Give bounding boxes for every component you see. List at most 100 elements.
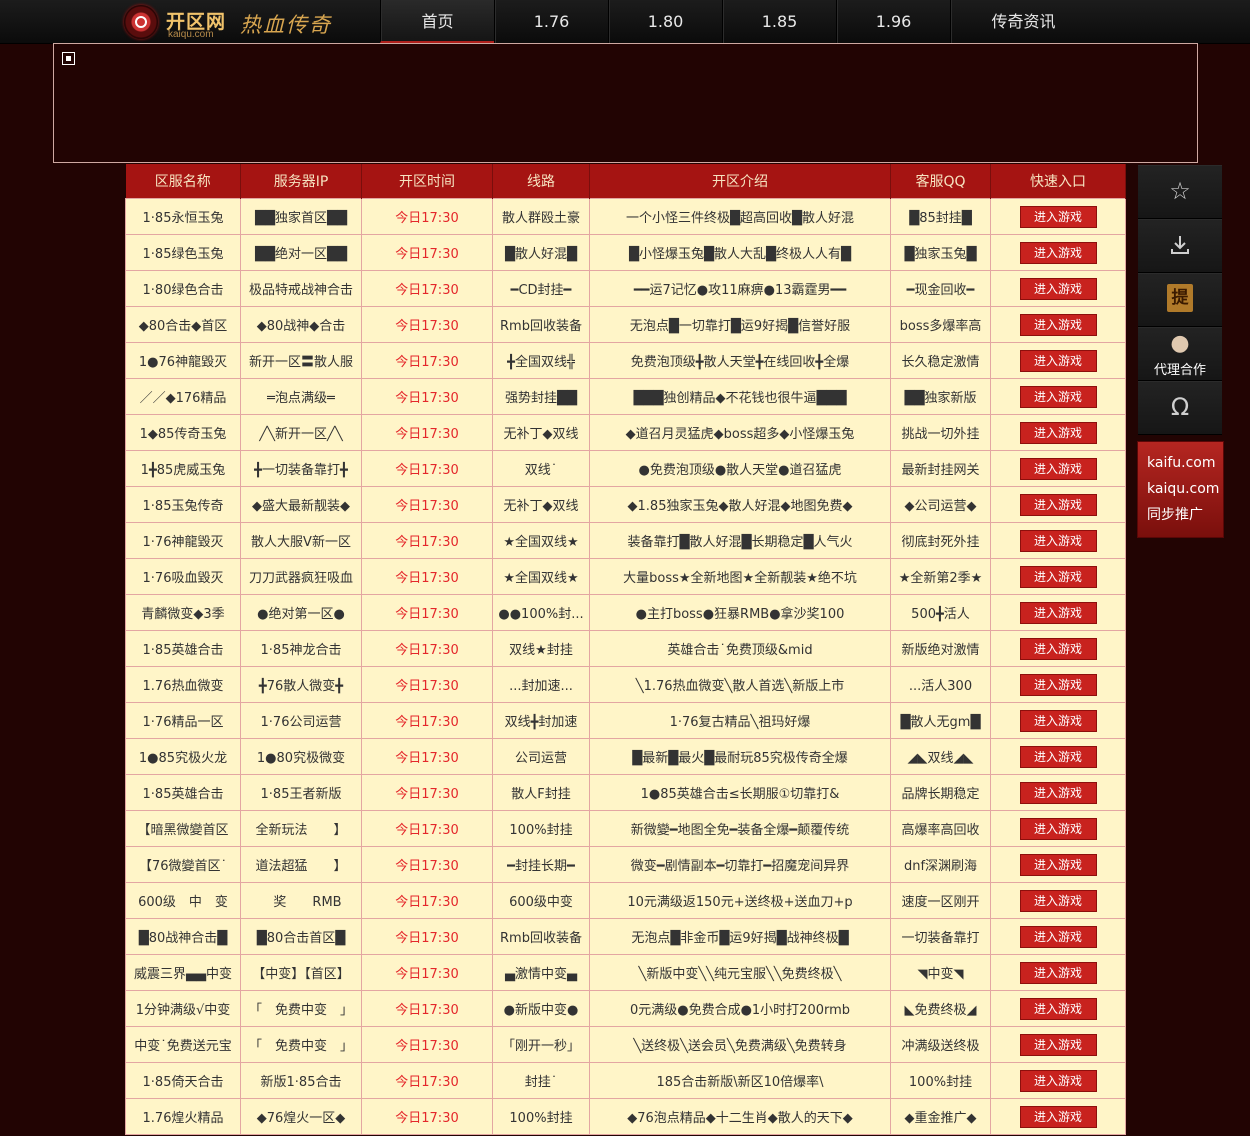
cell-qq: ◢◣双线◢◣: [890, 738, 991, 775]
table-row: 1.76煌火精品 ◆76煌火一区◆ 今日17:30 100%封挂 ◆76泡点精品◆十二生…: [125, 1098, 1126, 1135]
enter-game-button[interactable]: 进入游戏: [1019, 637, 1097, 660]
cell-quick-entry: 进入游戏: [990, 1026, 1126, 1063]
cell-server-name: 1·76吸血毀灭: [125, 558, 241, 595]
cell-intro: 一个小怪三件终极█超高回收█散人好混: [589, 198, 891, 235]
cell-intro: 装备靠打█散人好混█长期稳定█人气火: [589, 522, 891, 559]
enter-game-button[interactable]: 进入游戏: [1019, 1069, 1097, 1092]
cell-quick-entry: 进入游戏: [990, 702, 1126, 739]
enter-game-button[interactable]: 进入游戏: [1019, 241, 1097, 264]
table-row: ◆80合击◆首区 ◆80战神◆合击 今日17:30 Rmb回收装备 无泡点█一切靠打█运…: [125, 306, 1126, 343]
cell-server-ip: 新版1·85合击: [240, 1062, 362, 1099]
enter-game-button[interactable]: 进入游戏: [1019, 673, 1097, 696]
cell-qq: ◥中变◥: [890, 954, 991, 991]
enter-game-button[interactable]: 进入游戏: [1019, 385, 1097, 408]
enter-game-button[interactable]: 进入游戏: [1019, 493, 1097, 516]
table-row: 威震三界▄▄中变 【中变】【首区】 今日17:30 ▄激情中变▄ ╲新版中变╲╲纯元宝服…: [125, 954, 1126, 991]
cell-server-ip: ═泡点满级═: [240, 378, 362, 415]
enter-game-button[interactable]: 进入游戏: [1019, 925, 1097, 948]
site-logo[interactable]: 开区网 kaiqu.com 热血传奇: [124, 3, 374, 41]
submit-button[interactable]: 提: [1138, 273, 1222, 327]
enter-game-button[interactable]: 进入游戏: [1019, 529, 1097, 552]
nav-180[interactable]: 1.80: [608, 0, 722, 43]
promo-line-1: kaifu.com: [1147, 455, 1216, 471]
nav-176[interactable]: 1.76: [494, 0, 608, 43]
enter-game-button[interactable]: 进入游戏: [1019, 349, 1097, 372]
table-row: 600级 中 变 奖 RMB 今日17:30 600级中变 10元满级返150元+送终…: [125, 882, 1126, 919]
enter-game-button[interactable]: 进入游戏: [1019, 421, 1097, 444]
table-row: 【76微變首区˙ 道法超猛 】今日17:30 ━封挂长期━ 微变━剧情副本━切靠打━招…: [125, 846, 1126, 883]
star-icon: ☆: [1169, 177, 1191, 205]
cell-qq: █独家玉兔█: [890, 234, 991, 271]
enter-game-button[interactable]: 进入游戏: [1019, 565, 1097, 588]
cell-qq: ━现金回收━: [890, 270, 991, 307]
cell-intro: 大量boss★全新地图★全新靓装★绝不坑: [589, 558, 891, 595]
cell-open-time: 今日17:30: [361, 630, 493, 667]
cell-server-ip: ╋76散人微变╋: [240, 666, 362, 703]
cell-quick-entry: 进入游戏: [990, 342, 1126, 379]
table-row: 1·85英雄合击 1·85神龙合击 今日17:30 双线★封挂 英雄合击˙免费顶级&mi…: [125, 630, 1126, 667]
cell-quick-entry: 进入游戏: [990, 198, 1126, 235]
enter-game-button[interactable]: 进入游戏: [1019, 817, 1097, 840]
cell-open-time: 今日17:30: [361, 774, 493, 811]
enter-game-button[interactable]: 进入游戏: [1019, 1033, 1097, 1056]
cell-server-name: 1.76热血微变: [125, 666, 241, 703]
cell-server-ip: 极品特戒战神合击: [240, 270, 362, 307]
cell-line: 公司运营: [492, 738, 590, 775]
nav-196[interactable]: 1.96: [836, 0, 950, 43]
cell-open-time: 今日17:30: [361, 846, 493, 883]
enter-game-button[interactable]: 进入游戏: [1019, 601, 1097, 624]
cell-intro: ●主打boss●狂暴RMB●拿沙奖100: [589, 594, 891, 631]
enter-game-button[interactable]: 进入游戏: [1019, 457, 1097, 480]
cell-line: 「刚开一秒」: [492, 1026, 590, 1063]
cell-line: Rmb回收装备: [492, 918, 590, 955]
promo-box[interactable]: kaifu.com kaiqu.com 同步推广: [1137, 441, 1224, 538]
download-button[interactable]: [1138, 219, 1222, 273]
enter-game-button[interactable]: 进入游戏: [1019, 961, 1097, 984]
cell-qq: 彻底封死外挂: [890, 522, 991, 559]
agent-cooperation-button[interactable]: ● 代理合作: [1138, 327, 1222, 381]
nav-home[interactable]: 首页: [380, 0, 494, 43]
col-header-quick-entry: 快速入口: [990, 164, 1126, 199]
cell-open-time: 今日17:30: [361, 270, 493, 307]
nav-news[interactable]: 传奇资讯: [950, 0, 1096, 43]
table-row: 1●85究极火龙 1●80究极微变 今日17:30 公司运营 █最新█最火█最耐玩85究…: [125, 738, 1126, 775]
cell-open-time: 今日17:30: [361, 738, 493, 775]
enter-game-button[interactable]: 进入游戏: [1019, 889, 1097, 912]
logo-domain: kaiqu.com: [168, 29, 214, 40]
enter-game-button[interactable]: 进入游戏: [1019, 997, 1097, 1020]
enter-game-button[interactable]: 进入游戏: [1019, 277, 1097, 300]
cell-quick-entry: 进入游戏: [990, 594, 1126, 631]
enter-game-button[interactable]: 进入游戏: [1019, 781, 1097, 804]
table-row: █80战神合击█ █80合击首区█ 今日17:30 Rmb回收装备 无泡点█非金币█运9…: [125, 918, 1126, 955]
cell-qq: 高爆率高回收: [890, 810, 991, 847]
enter-game-button[interactable]: 进入游戏: [1019, 745, 1097, 768]
top-bar: 开区网 kaiqu.com 热血传奇 首页 1.76 1.80 1.85 1.9…: [0, 0, 1250, 44]
enter-game-button[interactable]: 进入游戏: [1019, 313, 1097, 336]
cell-server-ip: 【中变】【首区】: [240, 954, 362, 991]
enter-game-button[interactable]: 进入游戏: [1019, 853, 1097, 876]
cell-server-ip: ╋一切装备靠打╋: [240, 450, 362, 487]
right-toolbar: ☆ 提 ● 代理合作 Ω: [1138, 165, 1222, 435]
cell-open-time: 今日17:30: [361, 450, 493, 487]
cell-intro: █最新█最火█最耐玩85究极传奇全爆: [589, 738, 891, 775]
cell-intro: 免费泡顶级╋散人天堂╋在线回收╋全爆: [589, 342, 891, 379]
enter-game-button[interactable]: 进入游戏: [1019, 709, 1097, 732]
cell-intro: ╲送终极╲送会员╲免费满级╲免费转身: [589, 1026, 891, 1063]
cell-intro: 微变━剧情副本━切靠打━招魔宠间异界: [589, 846, 891, 883]
cell-qq: 冲满级送终极: [890, 1026, 991, 1063]
cell-server-ip: 散人大服V新一区: [240, 522, 362, 559]
cell-line: 双线╋封加速: [492, 702, 590, 739]
omega-button[interactable]: Ω: [1138, 381, 1222, 435]
cell-server-ip: 1·76公司运营: [240, 702, 362, 739]
cell-qq: 一切装备靠打: [890, 918, 991, 955]
cell-line: ━封挂长期━: [492, 846, 590, 883]
nav-185[interactable]: 1.85: [722, 0, 836, 43]
favorite-button[interactable]: ☆: [1138, 165, 1222, 219]
main-nav: 首页 1.76 1.80 1.85 1.96 传奇资讯: [380, 0, 1096, 43]
cell-server-ip: 奖 RMB: [240, 882, 362, 919]
cell-server-name: 【暗黑微變首区: [125, 810, 241, 847]
table-row: ／／◆176精品 ═泡点满级═ 今日17:30 强势封挂██ ███独创精品◆不花钱也很…: [125, 378, 1126, 415]
enter-game-button[interactable]: 进入游戏: [1019, 1105, 1097, 1128]
enter-game-button[interactable]: 进入游戏: [1019, 205, 1097, 228]
table-row: 1·85绿色玉兔 ██绝对一区██ 今日17:30 █散人好混█ █小怪爆玉兔█散人大乱…: [125, 234, 1126, 271]
